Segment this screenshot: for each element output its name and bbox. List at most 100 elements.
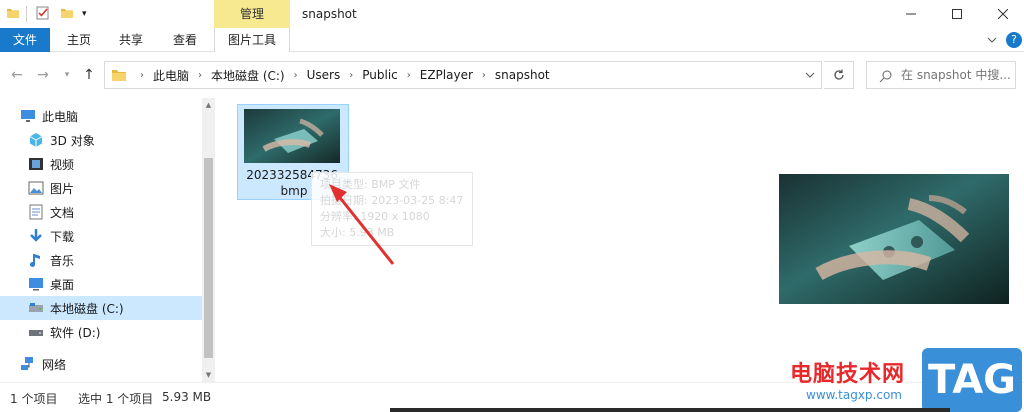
scroll-up-icon[interactable]: ▲ [204,100,213,110]
sidebar-item-label: 视频 [50,157,75,172]
breadcrumb-separator[interactable]: › [482,70,486,81]
sidebar-item-drive-d[interactable]: 软件 (D:) [0,320,202,344]
sidebar-item-local-disk-c[interactable]: 本地磁盘 (C:) [0,296,202,320]
address-row: ← → ▾ ↑ › 此电脑 › 本地磁盘 (C:) › Users › Publ… [0,52,1024,98]
breadcrumb: › 此电脑 › 本地磁盘 (C:) › Users › Public › EZP… [131,62,550,88]
chevron-down-icon: ▾ [64,70,70,80]
tab-view[interactable]: 查看 [162,28,208,52]
search-box[interactable] [866,61,1016,89]
address-bar[interactable]: › 此电脑 › 本地磁盘 (C:) › Users › Public › EZP… [104,61,822,89]
breadcrumb-separator[interactable]: › [294,70,298,81]
sidebar-item-videos[interactable]: 视频 [0,152,202,176]
breadcrumb-item[interactable]: Public [362,68,398,82]
selected-size: 5.93 MB [162,390,212,404]
document-icon [28,204,44,220]
navigation-pane: 此电脑 3D 对象 视频 图片 文档 下载 音乐 桌面 本地磁盘 (C:) 软件… [0,98,215,382]
tooltip-size: 大小: 5.93 MB [320,226,395,239]
tooltip-date: 拍摄日期: 2023-03-25 8:47 [320,194,464,207]
tooltip-dimensions: 分辨率: 1920 x 1080 [320,210,430,223]
sidebar-item-label: 图片 [50,181,75,196]
search-icon [879,70,892,83]
taskbar-strip [390,408,950,412]
sidebar-item-music[interactable]: 音乐 [0,248,202,272]
chevron-down-icon[interactable] [986,34,998,46]
breadcrumb-item[interactable]: EZPlayer [420,68,473,82]
tab-file[interactable]: 文件 [0,28,50,52]
download-icon [28,228,44,244]
arrow-up-icon: ↑ [83,67,95,83]
file-list: 202332584736. bmp 项目类型: BMP 文件 拍摄日期: 202… [215,98,735,382]
sidebar-item-this-pc[interactable]: 此电脑 [0,104,202,128]
tab-home[interactable]: 主页 [56,28,102,52]
file-thumbnail [244,109,340,163]
video-icon [28,156,44,172]
picture-icon [28,180,44,196]
sidebar-item-documents[interactable]: 文档 [0,200,202,224]
maximize-button[interactable] [934,0,980,28]
tooltip-type: 项目类型: BMP 文件 [320,178,421,191]
navigation-scrollbar[interactable]: ▲ ▼ [202,98,215,382]
help-icon[interactable]: ? [1006,32,1022,48]
up-button[interactable]: ↑ [80,66,98,84]
refresh-icon [833,69,844,80]
title-bar: ▾ 管理 snapshot [0,0,1024,28]
image-preview [779,174,1009,304]
breadcrumb-separator[interactable]: › [349,70,353,81]
chevron-down-icon[interactable] [805,70,815,80]
breadcrumb-item[interactable]: snapshot [495,68,550,82]
network-icon [20,356,36,372]
refresh-button[interactable] [824,61,854,89]
file-tooltip: 项目类型: BMP 文件 拍摄日期: 2023-03-25 8:47 分辨率: … [311,172,473,246]
sidebar-item-desktop[interactable]: 桌面 [0,272,202,296]
computer-icon [20,108,36,124]
sidebar-item-network[interactable]: 网络 [0,352,202,376]
recent-locations-button[interactable]: ▾ [58,66,76,84]
tab-share[interactable]: 共享 [108,28,154,52]
minimize-button[interactable] [888,0,934,28]
sidebar-item-label: 此电脑 [42,109,79,124]
sidebar-item-downloads[interactable]: 下载 [0,224,202,248]
watermark-url: www.tagxp.com [806,388,902,402]
ribbon-tabs: 文件 主页 共享 查看 图片工具 ? [0,28,1024,52]
preview-pane [735,98,1024,382]
selected-count: 选中 1 个项目 [78,392,154,406]
back-button[interactable]: ← [8,66,26,84]
item-count: 1 个项目 [10,392,58,406]
quick-access-dropdown-icon[interactable]: ▾ [82,9,96,23]
breadcrumb-item[interactable]: Users [307,68,341,82]
scroll-down-icon[interactable]: ▼ [204,370,213,380]
forward-button[interactable]: → [34,66,52,84]
close-icon [998,9,1008,19]
minimize-icon [906,13,916,15]
sidebar-item-label: 软件 (D:) [50,325,101,340]
breadcrumb-separator[interactable]: › [198,70,202,81]
desktop-icon [28,276,44,292]
sidebar-item-pictures[interactable]: 图片 [0,176,202,200]
sidebar-item-label: 文档 [50,205,75,220]
toolbar-separator [26,6,27,22]
drive-icon [28,324,44,340]
window-title: snapshot [302,7,357,21]
drive-icon [28,300,44,316]
folder-icon[interactable] [6,6,20,20]
sidebar-item-label: 下载 [50,229,75,244]
music-icon [28,252,44,268]
watermark-logo: TAG [922,348,1022,412]
sidebar-item-label: 音乐 [50,253,75,268]
cube-icon [28,132,44,148]
sidebar-item-3d-objects[interactable]: 3D 对象 [0,128,202,152]
close-button[interactable] [980,0,1024,28]
breadcrumb-item[interactable]: 此电脑 [153,67,189,84]
search-input[interactable] [901,62,1015,88]
new-folder-icon[interactable] [60,6,74,20]
breadcrumb-item[interactable]: 本地磁盘 (C:) [211,67,285,84]
watermark-text: 电脑技术网 [790,362,906,387]
manage-context-tab[interactable]: 管理 [214,0,290,28]
sidebar-item-label: 网络 [42,357,67,372]
properties-icon[interactable] [36,6,50,20]
tab-picture-tools[interactable]: 图片工具 [214,28,290,52]
arrow-right-icon: → [37,67,49,83]
breadcrumb-separator: › [140,69,144,81]
scrollbar-thumb[interactable] [204,158,213,358]
breadcrumb-separator[interactable]: › [407,70,411,81]
